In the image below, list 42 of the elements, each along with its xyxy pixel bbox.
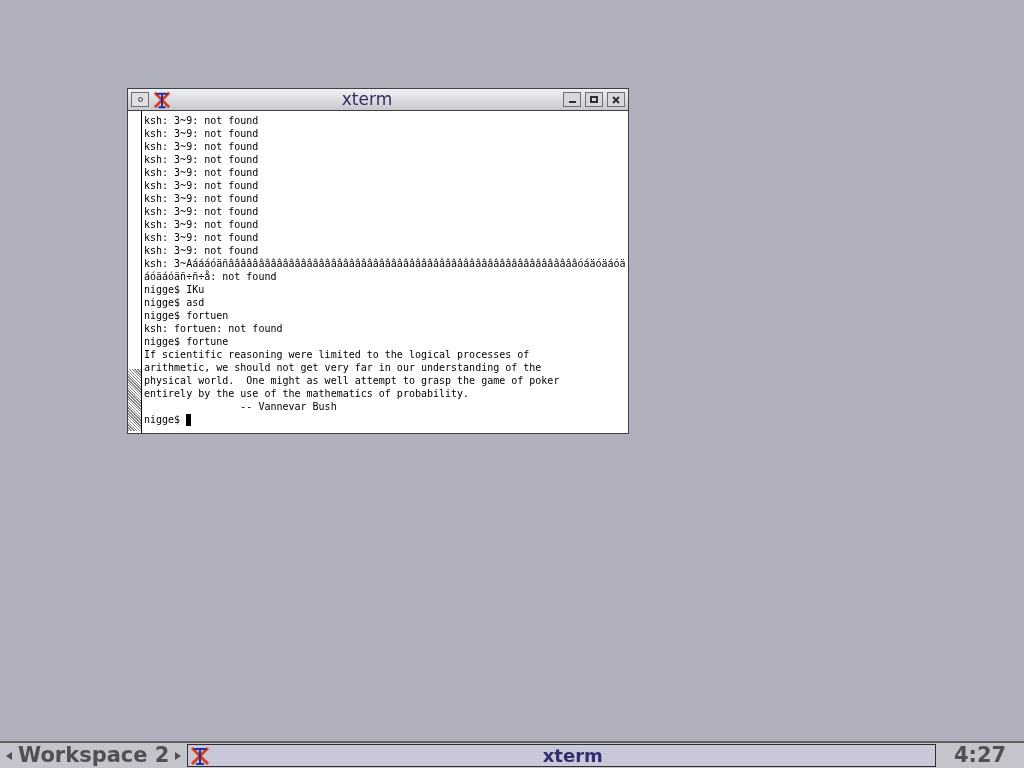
minimize-icon (568, 101, 576, 103)
terminal-line: ksh: 3~9: not found (144, 140, 259, 153)
close-button[interactable] (607, 92, 625, 107)
terminal-line: physical world. One might as well attempt to grasp the game of poker (144, 374, 560, 387)
cursor (186, 413, 192, 426)
scrollbar-thumb[interactable] (128, 369, 141, 431)
right-arrow-icon (175, 751, 182, 760)
terminal-line: entirely by the use of the mathematics of probability. (144, 387, 470, 400)
terminal-line: ksh: 3~9: not found (144, 205, 259, 218)
terminal-line: -- Vannevar Bush (239, 400, 337, 413)
close-icon (612, 95, 620, 104)
shell-prompt: nigge$ (144, 413, 182, 426)
maximize-icon (590, 96, 598, 103)
terminal-line: ksh: 3~9: not found (144, 166, 259, 179)
terminal-line: nigge$ IKu (144, 283, 205, 296)
task-button[interactable]: xterm (187, 744, 936, 767)
terminal-line: nigge$ asd (144, 296, 205, 309)
window-title: xterm (340, 91, 394, 108)
terminal-line: áóäáóäñ÷ñ÷å: not found (144, 270, 277, 283)
x-logo-icon (153, 90, 171, 109)
terminal-line: ksh: fortuen: not found (144, 322, 283, 335)
terminal-line: arithmetic, we should not get very far in our understanding of the (144, 361, 542, 374)
terminal-line: ksh: 3~9: not found (144, 153, 259, 166)
minimize-button[interactable] (563, 92, 581, 107)
scrollbar[interactable] (128, 111, 142, 433)
terminal-line: ksh: 3~9: not found (144, 114, 259, 127)
terminal-line: ksh: 3~9: not found (144, 218, 259, 231)
terminal-line: ksh: 3~9: not found (144, 127, 259, 140)
terminal-line: ksh: 3~9: not found (144, 231, 259, 244)
terminal-line: ksh: 3~9: not found (144, 179, 259, 192)
maximize-button[interactable] (585, 92, 603, 107)
workspace-label: Workspace 2 (18, 745, 170, 766)
terminal-line: If scientific reasoning were limited to the logical processes of (144, 348, 530, 361)
window-menu-button[interactable] (131, 92, 149, 107)
terminal-line: ksh: 3~9: not found (144, 192, 259, 205)
terminal-line: ksh: 3~9: not found (144, 244, 259, 257)
terminal-line: ksh: 3~Aáááóäñââââââââââââââââââââââââââââââââââââââââââââââââââââââââââóáäóäáóä (144, 257, 626, 270)
terminal-line: nigge$ fortuen (144, 309, 229, 322)
x-logo-icon (190, 745, 211, 766)
left-arrow-icon (6, 751, 12, 760)
clock: 4:27 (952, 741, 1008, 768)
terminal-line: nigge$ fortune (144, 335, 229, 348)
